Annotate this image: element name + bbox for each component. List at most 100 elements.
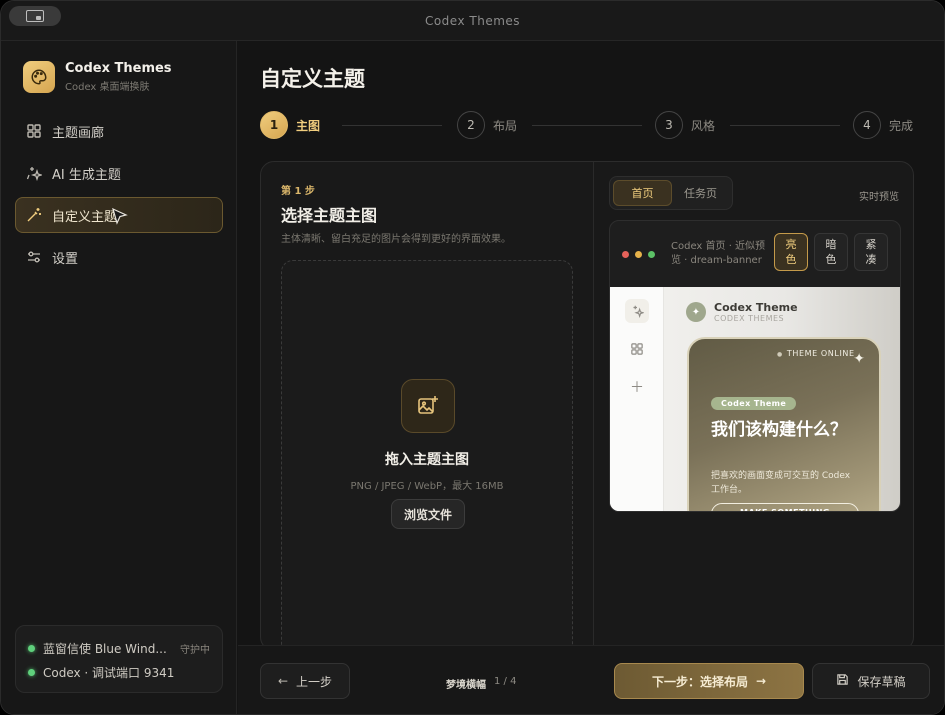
sidebar-item-label: 自定义主题 <box>52 209 118 225</box>
status-text: Codex · 调试端口 9341 <box>43 665 175 680</box>
mouse-pointer-icon <box>112 207 128 230</box>
hero-status: THEME ONLINE <box>777 349 855 358</box>
next-step-button[interactable]: 下一步：选择布局 → <box>614 663 804 699</box>
sidebar-toggle-button[interactable] <box>9 6 61 26</box>
mode-light-button[interactable]: 亮色 <box>774 233 808 271</box>
brand: Codex Themes Codex 桌面端换肤 <box>23 61 172 93</box>
preview-rail: ＋ <box>610 287 664 511</box>
theme-name: 梦境横幅 <box>446 680 486 691</box>
upload-section: 第 1 步 选择主题主图 主体清晰、留白充足的图片会得到更好的界面效果。 拖入主… <box>261 162 594 650</box>
sidebar-item-settings[interactable]: 设置 <box>15 239 223 275</box>
preview-hero-card: THEME ONLINE ✦ Codex Theme 我们该构建什么？ 把喜欢的… <box>687 337 881 511</box>
main-content: 自定义主题 1 主图 2 布局 3 风格 4 完成 第 1 步 选择主题主图 主… <box>238 41 944 714</box>
plus-icon: ＋ <box>630 380 644 396</box>
traffic-light-minimize-icon <box>635 250 642 258</box>
hero-title: 我们该构建什么？ <box>711 420 847 440</box>
step-number: 2 <box>457 111 485 139</box>
sidebar-item-ai-generate[interactable]: AI 生成主题 <box>15 155 223 191</box>
add-image-icon <box>401 379 455 433</box>
step-label: 完成 <box>889 118 914 133</box>
next-step-label: 下一步：选择布局 <box>651 674 748 689</box>
sidebar-item-custom-theme[interactable]: 自定义主题 <box>15 197 223 233</box>
save-draft-button[interactable]: 保存草稿 <box>812 663 930 699</box>
image-dropzone[interactable]: 拖入主题主图 PNG / JPEG / WebP，最大 16MB 浏览文件 <box>281 260 573 650</box>
preview-app-name: Codex Theme <box>714 301 798 314</box>
brand-title: Codex Themes <box>65 61 172 76</box>
step-main-image[interactable]: 1 主图 <box>260 111 320 139</box>
mode-dark-button[interactable]: 暗色 <box>814 233 848 271</box>
grid-icon <box>625 337 649 361</box>
preview-section: 首页 任务页 实时预览 Codex 首页 · 近似预览 · dream-bann… <box>595 162 913 650</box>
browse-files-button[interactable]: 浏览文件 <box>391 499 465 529</box>
tab-tasks[interactable]: 任务页 <box>672 180 729 206</box>
step-label: 主图 <box>296 118 321 133</box>
status-dot-icon <box>28 668 35 676</box>
mode-switch: 亮色 暗色 紧凑 <box>768 233 888 271</box>
sliders-icon <box>26 249 42 265</box>
step-label: 布局 <box>493 118 518 133</box>
status-row: 蓝窗信使 Blue Wind... 守护中 <box>28 636 210 660</box>
sidebar-item-gallery[interactable]: 主题画廊 <box>15 113 223 149</box>
sparkle-icon <box>625 299 649 323</box>
status-row: Codex · 调试端口 9341 <box>28 660 210 684</box>
dropzone-hint: PNG / JPEG / WebP，最大 16MB <box>350 481 504 492</box>
sidebar-item-label: AI 生成主题 <box>52 167 121 183</box>
app-window: Codex Themes Codex Themes Codex 桌面端换肤 主题… <box>0 0 945 715</box>
arrow-left-icon: ← <box>277 674 289 688</box>
previous-step-button[interactable]: ← 上一步 <box>260 663 350 699</box>
dropzone-title: 拖入主题主图 <box>385 452 469 468</box>
status-dot-icon <box>28 644 35 652</box>
grid-icon <box>26 123 42 139</box>
traffic-light-zoom-icon <box>648 250 655 258</box>
step-connector <box>730 125 840 126</box>
status-text: 蓝窗信使 Blue Wind... <box>43 641 167 656</box>
status-state: 守护中 <box>180 644 210 656</box>
arrow-right-icon: → <box>755 674 767 688</box>
title-bar: Codex Themes <box>1 1 944 41</box>
live-preview-label: 实时预览 <box>859 192 899 203</box>
traffic-light-close-icon <box>622 250 629 258</box>
stepper: 1 主图 2 布局 3 风格 4 完成 <box>260 111 916 139</box>
sparkle-icon <box>26 165 42 181</box>
step-number: 3 <box>655 111 683 139</box>
palette-icon <box>23 61 55 93</box>
preview-toolbar: Codex 首页 · 近似预览 · dream-banner 亮色 暗色 紧凑 <box>610 221 900 287</box>
sparkle-icon: ✦ <box>853 351 865 367</box>
preview-app-sub: CODEX THEMES <box>714 314 785 323</box>
hero-description: 把喜欢的画面变成可交互的 Codex 工作台。 <box>711 471 851 495</box>
brand-subtitle: Codex 桌面端换肤 <box>65 82 150 93</box>
hero-cta: MAKE SOMETHING <box>711 503 859 511</box>
theme-preview: Codex 首页 · 近似预览 · dream-banner 亮色 暗色 紧凑 <box>609 220 901 512</box>
save-draft-label: 保存草稿 <box>857 674 906 689</box>
step-tag: 第 1 步 <box>281 186 315 197</box>
sidebar-item-label: 设置 <box>52 251 79 267</box>
step-progress: 1 / 4 <box>494 676 517 687</box>
section-description: 主体清晰、留白充足的图片会得到更好的界面效果。 <box>281 234 511 245</box>
step-number: 1 <box>260 111 288 139</box>
wizard-footer: ← 上一步 梦境横幅 1 / 4 下一步：选择布局 → 保存草稿 <box>238 645 944 714</box>
preview-caption: Codex 首页 · 近似预览 · dream-banner <box>671 241 766 266</box>
step-number: 4 <box>853 111 881 139</box>
save-icon <box>836 673 849 689</box>
sidebar-nav: 主题画廊 AI 生成主题 自定义主题 设置 <box>15 113 223 281</box>
step-finish[interactable]: 4 完成 <box>853 111 913 139</box>
mode-compact-button[interactable]: 紧凑 <box>854 233 888 271</box>
step-style[interactable]: 3 风格 <box>655 111 715 139</box>
tab-home[interactable]: 首页 <box>613 180 672 206</box>
window-title: Codex Themes <box>424 13 521 28</box>
section-heading: 选择主题主图 <box>281 206 378 225</box>
step-label: 风格 <box>691 118 716 133</box>
preview-tabs: 首页 任务页 <box>609 176 733 210</box>
step-connector <box>532 125 642 126</box>
hero-badge: Codex Theme <box>711 397 797 410</box>
preview-app-header: ✦ Codex Theme CODEX THEMES <box>686 301 798 323</box>
sidebar: Codex Themes Codex 桌面端换肤 主题画廊 AI 生成主题 自定… <box>1 41 237 714</box>
previous-step-label: 上一步 <box>296 674 333 689</box>
sidebar-item-label: 主题画廊 <box>52 125 105 141</box>
sidebar-toggle-icon <box>26 10 44 22</box>
editor-panel: 第 1 步 选择主题主图 主体清晰、留白充足的图片会得到更好的界面效果。 拖入主… <box>260 161 914 651</box>
page-title: 自定义主题 <box>260 67 365 91</box>
step-layout[interactable]: 2 布局 <box>457 111 517 139</box>
app-logo-icon: ✦ <box>686 302 706 322</box>
preview-canvas: ＋ ✦ Codex Theme CODEX THEMES THEME ONLIN… <box>610 287 900 511</box>
